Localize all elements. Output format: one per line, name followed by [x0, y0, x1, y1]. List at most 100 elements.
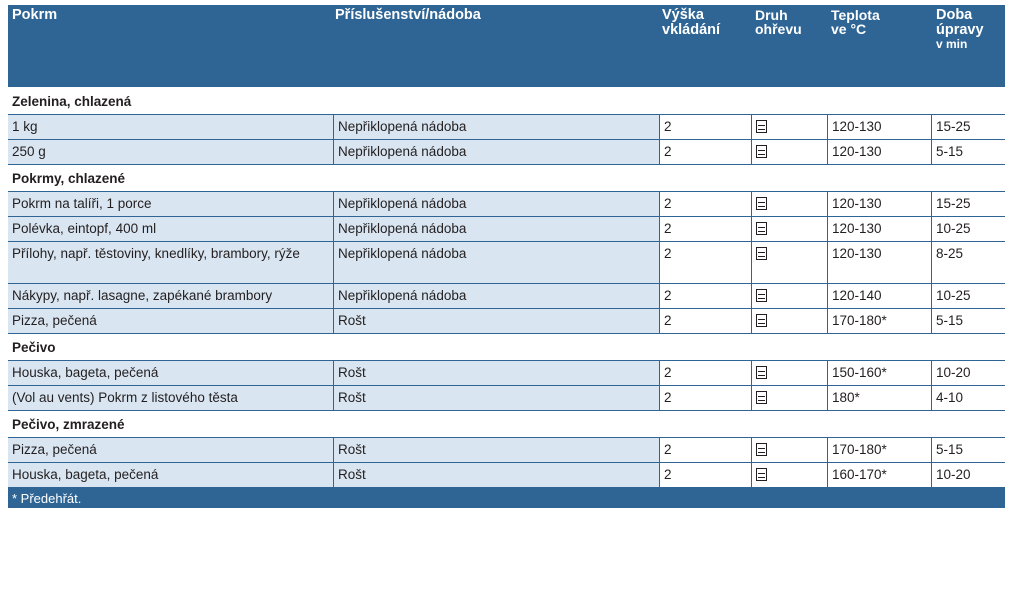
accessory-cell: Nepřiklopená nádoba: [333, 284, 659, 308]
accessory-cell: Nepřiklopená nádoba: [333, 115, 659, 139]
header-pokrm: Pokrm: [12, 7, 58, 23]
level-cell: 2: [659, 438, 751, 462]
temperature-cell: 120-130: [827, 140, 931, 164]
level-cell: 2: [659, 242, 751, 283]
time-cell: 15-25: [931, 115, 1005, 139]
table-row: Nákypy, např. lasagne, zapékané brambory…: [8, 284, 1005, 309]
accessory-cell: Nepřiklopená nádoba: [333, 242, 659, 283]
cooking-table: Pokrm Příslušenství/nádoba Výška vkládán…: [8, 5, 1005, 508]
group-heading: Pečivo: [8, 334, 1005, 361]
footnote: * Předehřát.: [8, 488, 1005, 508]
level-cell: 2: [659, 284, 751, 308]
level-cell: 2: [659, 463, 751, 487]
time-cell: 8-25: [931, 242, 1005, 283]
time-cell: 4-10: [931, 386, 1005, 410]
time-cell: 10-20: [931, 463, 1005, 487]
group-heading: Pokrmy, chlazené: [8, 165, 1005, 192]
food-cell: Pizza, pečená: [8, 309, 333, 333]
accessory-cell: Rošt: [333, 361, 659, 385]
temperature-cell: 160-170*: [827, 463, 931, 487]
food-cell: 250 g: [8, 140, 333, 164]
group-title: Pečivo, zmrazené: [12, 417, 125, 432]
oven-steam-icon: [756, 289, 767, 302]
table-row: (Vol au vents) Pokrm z listového těsta Ro…: [8, 386, 1005, 411]
temperature-cell: 170-180*: [827, 309, 931, 333]
level-cell: 2: [659, 309, 751, 333]
temperature-cell: 120-130: [827, 192, 931, 216]
table-row: Houska, bageta, pečená Rošt 2 150-160* 10-20: [8, 361, 1005, 386]
accessory-cell: Nepřiklopená nádoba: [333, 140, 659, 164]
food-cell: Pizza, pečená: [8, 438, 333, 462]
time-cell: 10-25: [931, 217, 1005, 241]
temperature-cell: 120-130: [827, 217, 931, 241]
food-cell: Pokrm na talíři, 1 porce: [8, 192, 333, 216]
heating-mode-cell: [751, 309, 827, 333]
header-prislusenstvi: Příslušenství/nádoba: [335, 7, 481, 23]
accessory-cell: Nepřiklopená nádoba: [333, 217, 659, 241]
food-cell: Přílohy, např. těstoviny, knedlíky, bram…: [8, 242, 333, 283]
food-cell: Houska, bageta, pečená: [8, 361, 333, 385]
accessory-cell: Rošt: [333, 309, 659, 333]
level-cell: 2: [659, 192, 751, 216]
heating-mode-cell: [751, 242, 827, 283]
time-cell: 10-20: [931, 361, 1005, 385]
time-cell: 5-15: [931, 309, 1005, 333]
heating-mode-cell: [751, 284, 827, 308]
time-cell: 5-15: [931, 438, 1005, 462]
food-cell: (Vol au vents) Pokrm z listového těsta: [8, 386, 333, 410]
food-cell: Nákypy, např. lasagne, zapékané brambory: [8, 284, 333, 308]
heating-mode-cell: [751, 438, 827, 462]
heating-mode-cell: [751, 115, 827, 139]
oven-steam-icon: [756, 222, 767, 235]
table-row: Pizza, pečená Rošt 2 170-180* 5-15: [8, 309, 1005, 334]
temperature-cell: 150-160*: [827, 361, 931, 385]
table-row: Přílohy, např. těstoviny, knedlíky, bram…: [8, 242, 1005, 284]
table-row: Pokrm na talíři, 1 porce Nepřiklopená nád…: [8, 192, 1005, 217]
heating-mode-cell: [751, 361, 827, 385]
table-row: Houska, bageta, pečená Rošt 2 160-170* 10-20: [8, 463, 1005, 488]
oven-steam-icon: [756, 468, 767, 481]
temperature-cell: 120-130: [827, 242, 931, 283]
group-heading: Zelenina, chlazená: [8, 87, 1005, 115]
table-row: 1 kg Nepřiklopená nádoba 2 120-130 15-25: [8, 115, 1005, 140]
heating-mode-cell: [751, 192, 827, 216]
food-cell: 1 kg: [8, 115, 333, 139]
temperature-cell: 120-140: [827, 284, 931, 308]
oven-steam-icon: [756, 247, 767, 260]
time-cell: 10-25: [931, 284, 1005, 308]
accessory-cell: Nepřiklopená nádoba: [333, 192, 659, 216]
level-cell: 2: [659, 386, 751, 410]
group-title: Pokrmy, chlazené: [12, 171, 126, 186]
time-cell: 5-15: [931, 140, 1005, 164]
header-teplota: Teplota ve °C: [831, 7, 880, 37]
accessory-cell: Rošt: [333, 463, 659, 487]
table-row: Polévka, eintopf, 400 ml Nepřiklopená nád…: [8, 217, 1005, 242]
group-title: Zelenina, chlazená: [12, 94, 132, 109]
oven-steam-icon: [756, 197, 767, 210]
temperature-cell: 180*: [827, 386, 931, 410]
heating-mode-cell: [751, 140, 827, 164]
header-doba: Doba úpravy v min: [936, 7, 984, 51]
food-cell: Houska, bageta, pečená: [8, 463, 333, 487]
temperature-cell: 120-130: [827, 115, 931, 139]
table-row: Pizza, pečená Rošt 2 170-180* 5-15: [8, 438, 1005, 463]
level-cell: 2: [659, 217, 751, 241]
temperature-cell: 170-180*: [827, 438, 931, 462]
header-druh: Druh ohřevu: [755, 7, 802, 37]
oven-steam-icon: [756, 366, 767, 379]
oven-steam-icon: [756, 120, 767, 133]
oven-steam-icon: [756, 145, 767, 158]
group-heading: Pečivo, zmrazené: [8, 411, 1005, 438]
oven-steam-icon: [756, 314, 767, 327]
food-cell: Polévka, eintopf, 400 ml: [8, 217, 333, 241]
accessory-cell: Rošt: [333, 438, 659, 462]
heating-mode-cell: [751, 217, 827, 241]
oven-steam-icon: [756, 443, 767, 456]
level-cell: 2: [659, 115, 751, 139]
level-cell: 2: [659, 361, 751, 385]
oven-steam-icon: [756, 391, 767, 404]
level-cell: 2: [659, 140, 751, 164]
time-cell: 15-25: [931, 192, 1005, 216]
header-vyska: Výška vkládání: [662, 7, 721, 38]
heating-mode-cell: [751, 463, 827, 487]
